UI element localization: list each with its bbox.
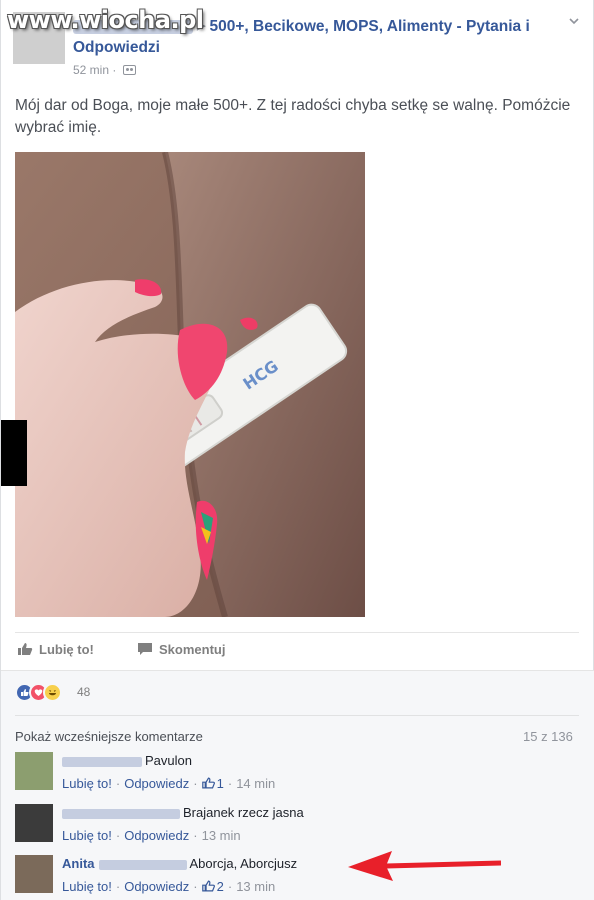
comment-like-link[interactable]: Lubię to!	[62, 776, 112, 791]
comment-item: Pavulon Lubię to! · Odpowiedz · 1 · 14 min	[15, 752, 575, 800]
comment-button[interactable]: Skomentuj	[137, 642, 225, 657]
comment-bubble-icon	[137, 642, 153, 656]
comment-reply-link[interactable]: Odpowiedz	[124, 828, 189, 843]
haha-reaction-icon	[43, 683, 62, 702]
comment-pagination-count: 15 z 136	[523, 729, 573, 744]
blurred-name	[98, 859, 187, 870]
site-watermark: www.wiocha.pl	[7, 6, 204, 34]
comment-text: Aborcja, Aborcjusz	[189, 856, 298, 871]
black-bar	[1, 420, 27, 486]
blurred-name	[62, 808, 180, 819]
red-annotation-arrow	[348, 851, 501, 881]
pregnancy-test-photo: HCG	[15, 152, 365, 617]
commenter-avatar[interactable]	[15, 752, 53, 790]
post-message: Mój dar od Boga, moje małe 500+. Z tej r…	[15, 97, 571, 136]
comment-like-link[interactable]: Lubię to!	[62, 828, 112, 843]
reaction-count: 48	[77, 685, 91, 699]
post-timestamp[interactable]: 52 min	[73, 63, 109, 77]
chevron-down-icon[interactable]	[566, 14, 582, 30]
post-photo[interactable]: HCG	[15, 152, 365, 617]
thumbs-up-icon	[17, 642, 33, 656]
comment-reply-link[interactable]: Odpowiedz	[124, 776, 189, 791]
commenter-name[interactable]: Anita	[62, 856, 95, 871]
comment-like-count[interactable]: 2	[217, 879, 224, 894]
post-action-bar: Lubię to! Skomentuj	[15, 632, 579, 670]
comment-text: Brajanek rzecz jasna	[183, 805, 304, 820]
view-previous-comments-link[interactable]: Pokaż wcześniejsze komentarze	[15, 729, 203, 744]
comment-actions: Lubię to! · Odpowiedz · 2 · 13 min	[62, 879, 276, 894]
commenter-avatar[interactable]	[15, 855, 53, 893]
comment-reply-link[interactable]: Odpowiedz	[124, 879, 189, 894]
comment-actions: Lubię to! · Odpowiedz · 1 · 14 min	[62, 776, 276, 791]
comment-time[interactable]: 14 min	[236, 776, 275, 791]
comment-like-link[interactable]: Lubię to!	[62, 879, 112, 894]
comment-actions: Lubię to! · Odpowiedz · 13 min	[62, 828, 241, 843]
divider	[15, 715, 579, 716]
like-button[interactable]: Lubię to!	[17, 642, 94, 657]
post-card: www.wiocha.pl ▶ 500+, Becikowe, MOPS, Ali…	[0, 0, 594, 900]
comment-time[interactable]: 13 min	[236, 879, 275, 894]
comment-like-count[interactable]: 1	[217, 776, 224, 791]
blurred-name	[62, 756, 142, 767]
comment-text: Pavulon	[145, 753, 192, 768]
thumbs-up-icon	[201, 880, 215, 892]
group-audience-icon	[122, 65, 136, 75]
comment-time[interactable]: 13 min	[202, 828, 241, 843]
comment-item: Brajanek rzecz jasna Lubię to! · Odpowiedz…	[15, 804, 575, 852]
commenter-avatar[interactable]	[15, 804, 53, 842]
post-meta: 52 min ·	[73, 63, 136, 77]
thumbs-up-icon	[201, 777, 215, 789]
